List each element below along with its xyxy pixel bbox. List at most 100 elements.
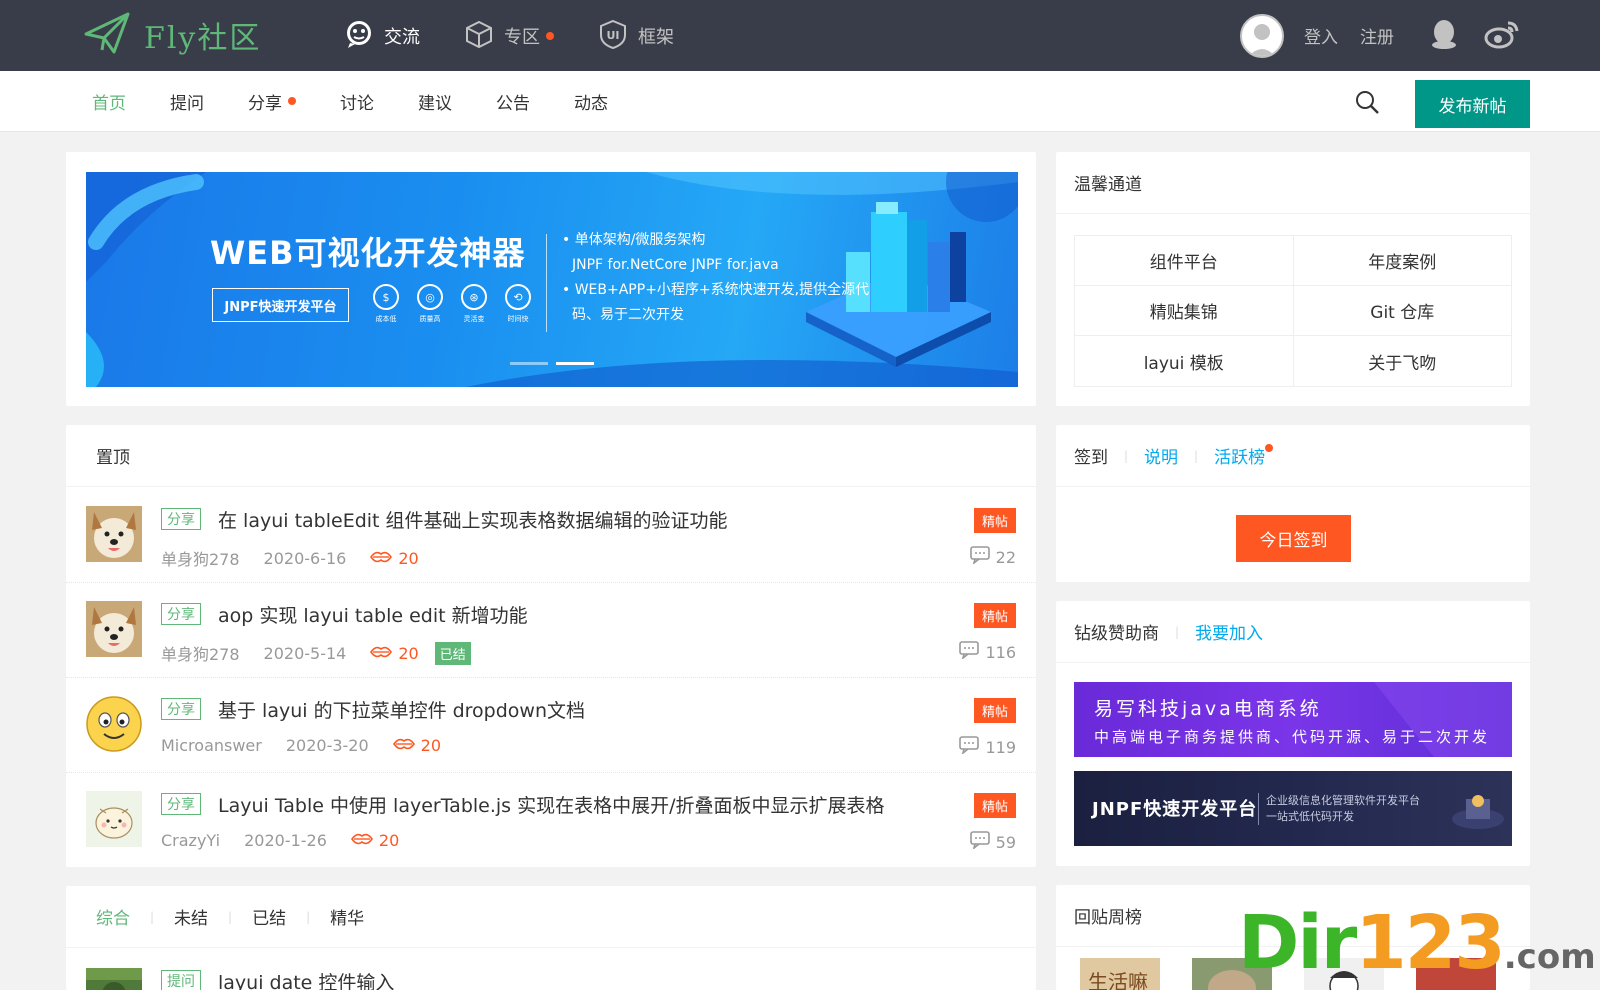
post-title[interactable]: 在 layui tableEdit 组件基础上实现表格数据编辑的验证功能: [218, 506, 728, 533]
top-nav-chat[interactable]: 交流: [344, 19, 420, 53]
post-author[interactable]: CrazyYi: [161, 831, 220, 850]
post-date: 2020-3-20: [285, 736, 369, 755]
post-title[interactable]: aop 实现 layui table edit 新增功能: [218, 601, 528, 628]
list-item: 分享 在 layui tableEdit 组件基础上实现表格数据编辑的验证功能 …: [66, 488, 1036, 583]
dollar-icon: $: [373, 284, 399, 310]
link-git-repo[interactable]: Git 仓库: [1294, 286, 1512, 335]
sign-in-today-button[interactable]: 今日签到: [1236, 515, 1351, 562]
post-meta: 单身狗278 2020-6-16 20: [161, 546, 419, 570]
kiss-icon: [370, 644, 393, 663]
carousel-dot[interactable]: [510, 362, 548, 365]
new-dot: [546, 31, 554, 40]
link-featured-collection[interactable]: 精贴集锦: [1075, 286, 1294, 335]
comment-count: 119: [959, 736, 1016, 758]
post-date: 2020-1-26: [244, 831, 327, 850]
carousel-dot-active[interactable]: [556, 362, 594, 365]
sub-nav-activity[interactable]: 动态: [574, 89, 608, 114]
comment-value: 119: [985, 737, 1016, 757]
post-date: 2020-6-16: [263, 548, 347, 568]
post-title[interactable]: layui date 控件输入: [218, 968, 394, 990]
category-tag[interactable]: 分享: [161, 603, 201, 625]
sub-nav-question[interactable]: 提问: [170, 89, 204, 114]
post-meta: CrazyYi 2020-1-26 20: [161, 831, 399, 850]
top-posts-title: 置顶: [66, 425, 1036, 487]
badge-label: 质量高: [419, 315, 441, 323]
post-date: 2020-5-14: [263, 643, 347, 663]
avatar[interactable]: [86, 506, 142, 562]
category-tag[interactable]: 提问: [161, 970, 201, 990]
avatar[interactable]: [86, 968, 142, 990]
user-area: 登入 注册: [1240, 0, 1520, 71]
paper-plane-icon: [84, 12, 130, 58]
post-meta: Microanswer 2020-3-20 20: [161, 736, 441, 755]
featured-badge: 精帖: [973, 508, 1016, 533]
badge-quality: ◎ 质量高: [408, 284, 452, 324]
sub-nav-discuss[interactable]: 讨论: [340, 89, 374, 114]
register-link[interactable]: 注册: [1360, 23, 1394, 48]
sign-in-header: 签到 | 说明 | 活跃榜: [1056, 425, 1530, 487]
sub-nav-share[interactable]: 分享: [248, 89, 296, 114]
sub-nav-home[interactable]: 首页: [92, 89, 126, 114]
post-author[interactable]: 单身狗278: [161, 546, 240, 570]
avatar-text: 生活嘛: [1088, 970, 1148, 990]
category-tag[interactable]: 分享: [161, 508, 201, 530]
avatar[interactable]: [86, 696, 142, 752]
kiss-icon: [392, 736, 415, 755]
watermark-part: Dir: [1238, 900, 1357, 986]
sub-nav-notice[interactable]: 公告: [496, 89, 530, 114]
new-post-button[interactable]: 发布新帖: [1415, 80, 1530, 128]
avatar[interactable]: [1240, 13, 1284, 58]
logo[interactable]: Fly社区: [84, 10, 261, 60]
tab-unsolved[interactable]: 未结: [174, 904, 208, 929]
sponsor-ad-jnpf[interactable]: JNPF快速开发平台 企业级信息化管理软件开发平台 一站式低代码开发: [1074, 771, 1512, 846]
category-tag[interactable]: 分享: [161, 698, 201, 720]
box-icon: [464, 19, 494, 53]
banner-divider: [546, 234, 547, 332]
link-about-feiwen[interactable]: 关于飞吻: [1294, 336, 1512, 386]
avatar[interactable]: [86, 791, 142, 847]
post-title[interactable]: Layui Table 中使用 layerTable.js 实现在表格中展开/折…: [218, 791, 885, 818]
watermark: Dir123.com: [1238, 900, 1596, 986]
banner-cta-button[interactable]: JNPF快速开发平台: [212, 288, 349, 322]
warm-channel-grid: 组件平台 年度案例 精贴集锦 Git 仓库 layui 模板 关于飞吻: [1074, 235, 1512, 387]
category-tag[interactable]: 分享: [161, 793, 201, 815]
new-dot: [1265, 443, 1274, 452]
link-annual-cases[interactable]: 年度案例: [1294, 236, 1512, 285]
post-title[interactable]: 基于 layui 的下拉菜单控件 dropdown文档: [218, 696, 585, 723]
sign-in-help-link[interactable]: 说明: [1144, 443, 1178, 468]
sign-in-title: 签到: [1074, 448, 1108, 468]
sponsor-ad-ecommerce[interactable]: 易写科技java电商系统 中高端电子商务提供商、代码开源、易于二次开发: [1074, 682, 1512, 757]
post-author[interactable]: 单身狗278: [161, 641, 240, 665]
login-link[interactable]: 登入: [1304, 23, 1338, 48]
sub-nav-suggest[interactable]: 建议: [418, 89, 452, 114]
tab-solved[interactable]: 已结: [252, 904, 286, 929]
banner-badges: $ 成本低 ◎ 质量高 ⊛ 灵活变 ⟲ 时间快: [364, 284, 540, 324]
active-rank-link[interactable]: 活跃榜: [1214, 443, 1265, 468]
join-sponsor-link[interactable]: 我要加入: [1195, 619, 1263, 644]
top-nav-framework[interactable]: UI 框架: [598, 19, 674, 53]
tab-featured[interactable]: 精华: [330, 904, 364, 929]
comment-count: 116: [959, 641, 1016, 663]
ad-subtitle: 企业级信息化管理软件开发平台 一站式低代码开发: [1266, 793, 1420, 825]
post-author[interactable]: Microanswer: [161, 736, 262, 755]
ad-subtitle-line: 一站式低代码开发: [1266, 810, 1354, 823]
top-nav: 交流 专区 UI 框架: [344, 0, 718, 71]
tab-all[interactable]: 综合: [96, 904, 130, 929]
search-icon[interactable]: [1354, 89, 1380, 119]
avatar[interactable]: 生活嘛: [1080, 958, 1160, 990]
link-layui-template[interactable]: layui 模板: [1075, 336, 1294, 386]
banner-description: • 单体架构/微服务架构 JNPF for.NetCore JNPF for.j…: [562, 228, 869, 328]
link-component-platform[interactable]: 组件平台: [1075, 236, 1294, 285]
avatar[interactable]: [86, 601, 142, 657]
sponsor-title: 钻级赞助商: [1074, 624, 1159, 644]
warm-channel-title: 温馨通道: [1056, 152, 1530, 214]
comment-icon: [969, 546, 990, 568]
points-value: 20: [398, 548, 419, 568]
badge-label: 成本低: [375, 315, 397, 323]
banner[interactable]: WEB可视化开发神器 JNPF快速开发平台 $ 成本低 ◎ 质量高 ⊛ 灵活变 ⟲ 时间…: [86, 172, 1018, 387]
new-dot: [288, 97, 296, 105]
ad-subtitle: 中高端电子商务提供商、代码开源、易于二次开发: [1094, 728, 1491, 746]
qq-icon[interactable]: [1430, 18, 1458, 54]
weibo-icon[interactable]: [1484, 19, 1520, 53]
top-nav-zone[interactable]: 专区: [464, 19, 554, 53]
